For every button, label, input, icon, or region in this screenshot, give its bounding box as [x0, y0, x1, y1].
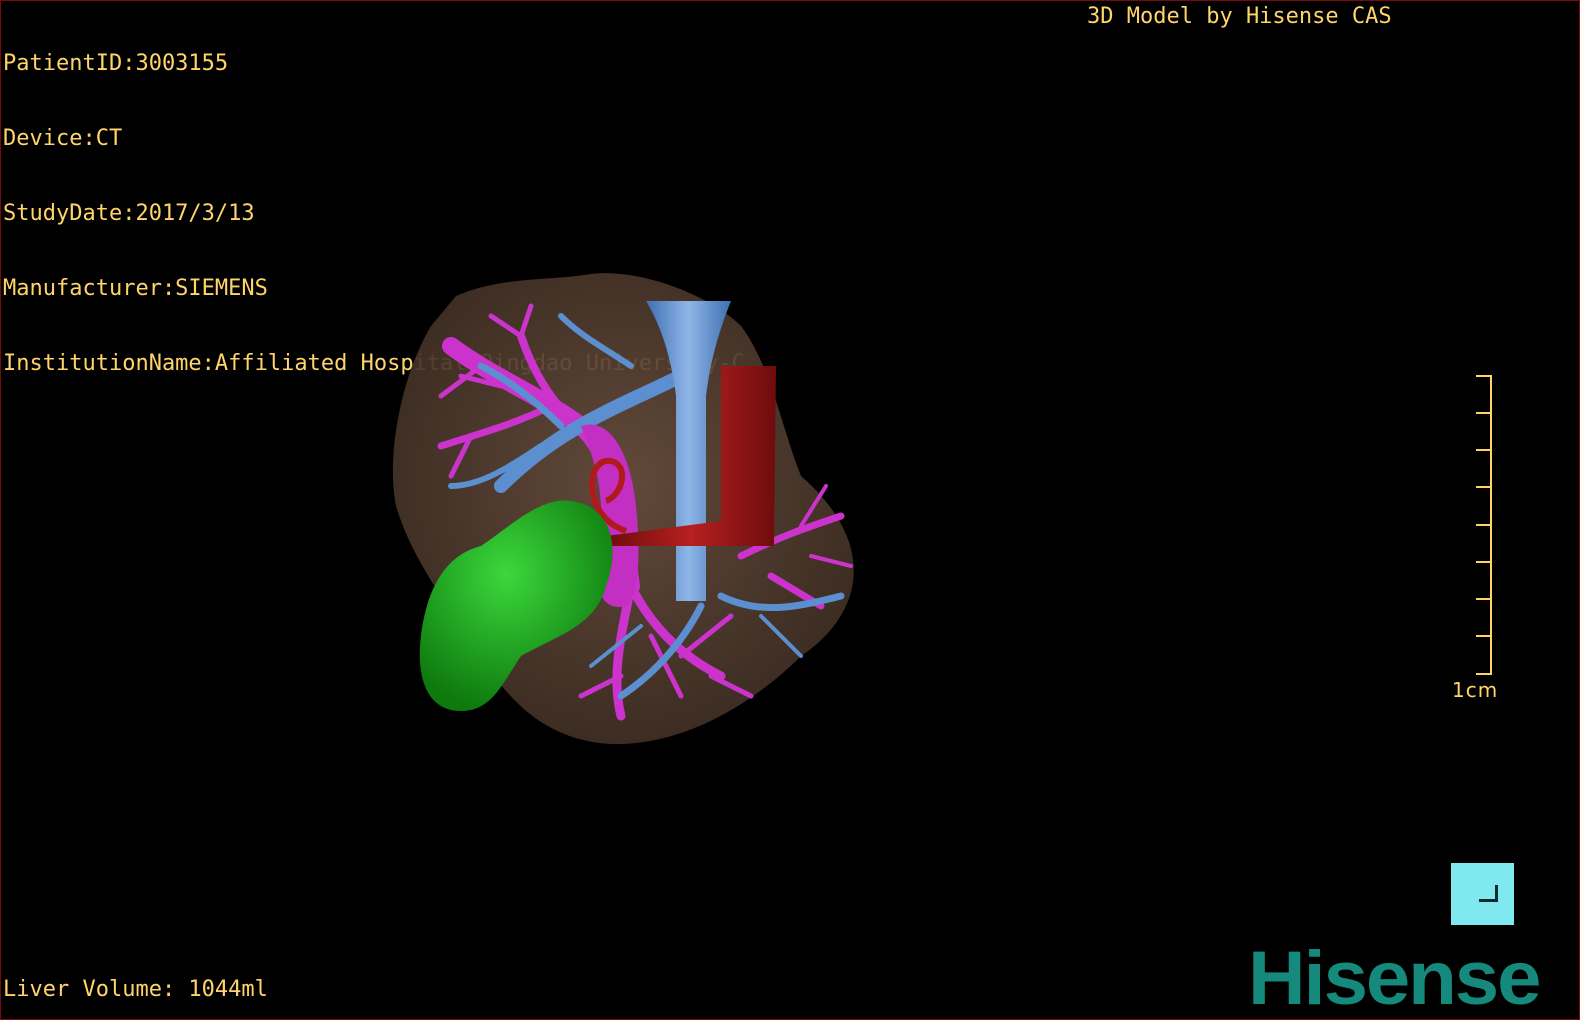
patient-id: PatientID:3003155 — [3, 51, 229, 76]
model-credit: 3D Model by Hisense CAS — [1087, 4, 1392, 29]
liver-volume: Liver Volume: 1044ml — [3, 977, 268, 1002]
device: Device:CT — [3, 126, 123, 151]
study-date: StudyDate:2017/3/13 — [3, 201, 255, 226]
reset-view-button[interactable] — [1451, 863, 1514, 925]
hisense-logo: Hisense — [1248, 936, 1541, 1020]
scale-label: 1cm — [1452, 678, 1499, 702]
scale-ruler — [1476, 375, 1492, 675]
reset-view-icon — [1479, 885, 1498, 902]
liver-3d-model[interactable] — [381, 256, 911, 766]
3d-viewport[interactable]: PatientID:3003155 Device:CT StudyDate:20… — [0, 0, 1580, 1020]
